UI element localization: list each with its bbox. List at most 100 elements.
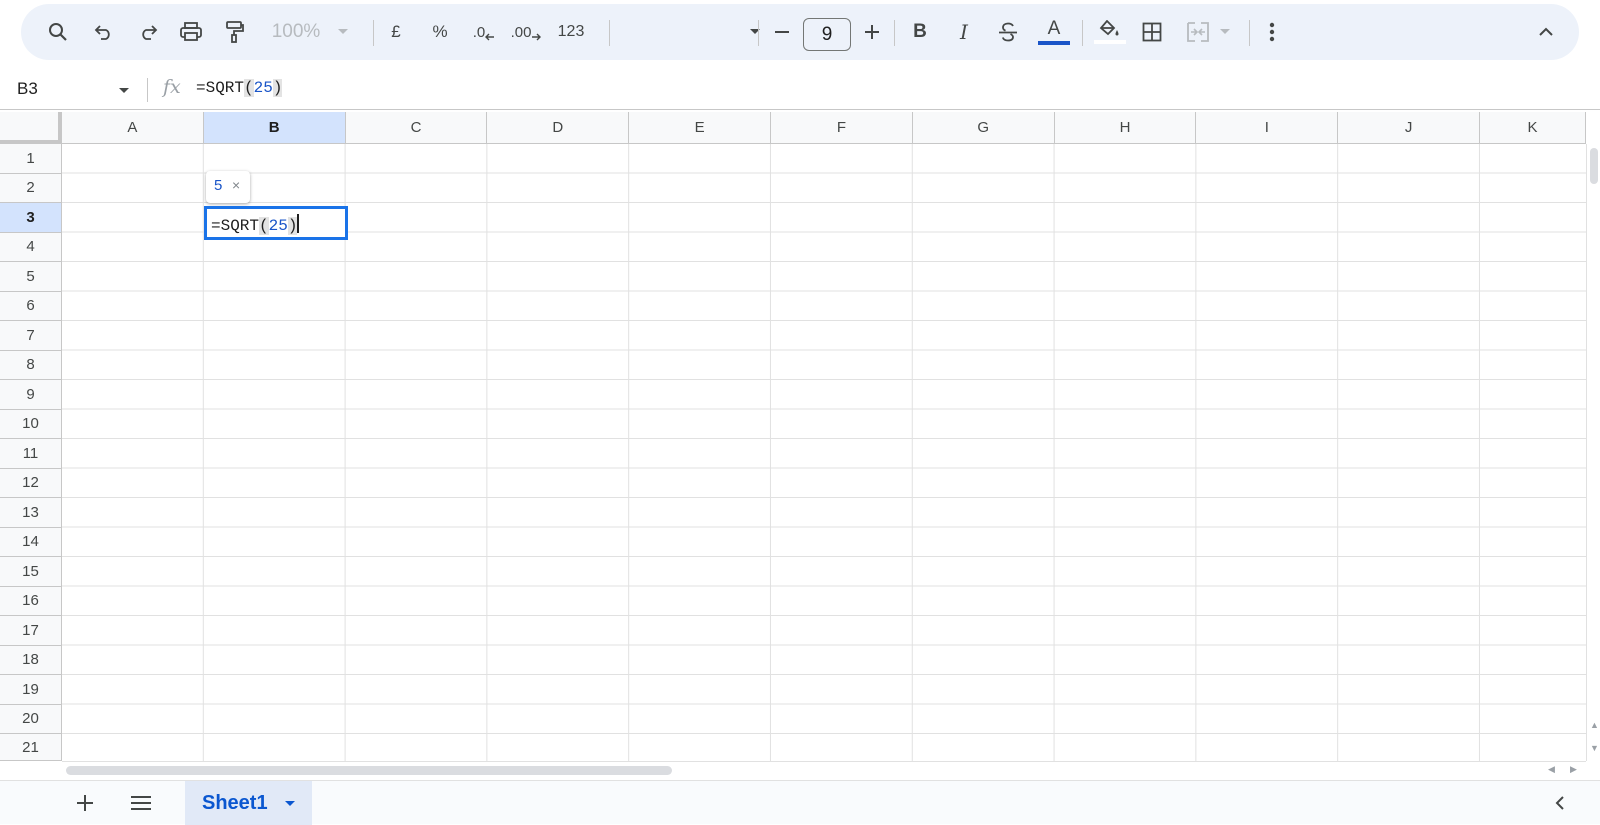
column-header-h[interactable]: H (1054, 112, 1197, 144)
increase-font-size-button[interactable] (857, 14, 887, 50)
row-header-11[interactable]: 11 (0, 439, 62, 469)
merge-cells-icon[interactable] (1183, 14, 1213, 50)
row-header-7[interactable]: 7 (0, 321, 62, 351)
editor-close-paren: ) (287, 217, 298, 235)
divider (758, 20, 759, 46)
plus-icon (865, 25, 879, 39)
divider (1082, 20, 1083, 46)
italic-icon[interactable]: I (949, 14, 979, 50)
row-header-8[interactable]: 8 (0, 350, 62, 380)
font-family-select[interactable] (621, 14, 761, 50)
formula-input[interactable]: =SQRT(25) (196, 79, 283, 97)
scroll-up-icon[interactable]: ▲ (1590, 720, 1599, 730)
all-sheets-icon[interactable] (124, 785, 158, 821)
row-header-5[interactable]: 5 (0, 262, 62, 292)
row-header-14[interactable]: 14 (0, 527, 62, 557)
font-size-input[interactable]: 9 (803, 18, 851, 51)
column-header-a[interactable]: A (62, 112, 204, 144)
row-header-20[interactable]: 20 (0, 704, 62, 734)
minus-icon (775, 31, 789, 33)
more-vert-icon[interactable] (1257, 14, 1287, 50)
sheet-tab-sheet1[interactable]: Sheet1 (185, 781, 312, 825)
toolbar: 100% £ % .0 .00 123 9 B I A (21, 4, 1579, 60)
print-icon[interactable] (176, 14, 206, 50)
column-header-f[interactable]: F (771, 112, 913, 144)
name-box[interactable]: B3 (17, 79, 38, 99)
row-header-10[interactable]: 10 (0, 409, 62, 439)
percent-format-button[interactable]: % (425, 14, 455, 50)
column-header-g[interactable]: G (912, 112, 1055, 144)
row-header-4[interactable]: 4 (0, 232, 62, 262)
column-header-b[interactable]: B (203, 112, 346, 144)
editor-argument: 25 (268, 217, 288, 235)
chevron-down-icon (750, 29, 760, 34)
column-header-e[interactable]: E (629, 112, 771, 144)
text-color-icon[interactable]: A (1037, 14, 1071, 50)
horizontal-scrollbar[interactable]: ◀ ▶ (62, 761, 1586, 777)
row-header-12[interactable]: 12 (0, 468, 62, 498)
row-header-21[interactable]: 21 (0, 734, 62, 761)
chevron-down-icon[interactable] (333, 14, 353, 50)
bold-icon[interactable]: B (905, 14, 935, 50)
arrow-right-icon (532, 33, 542, 41)
formula-argument: 25 (253, 79, 273, 97)
formula-function: =SQRT (196, 79, 245, 97)
more-formats-button[interactable]: 123 (551, 14, 591, 50)
scroll-right-icon[interactable]: ▶ (1570, 764, 1577, 775)
horizontal-scroll-thumb[interactable] (66, 766, 672, 775)
row-header-2[interactable]: 2 (0, 173, 62, 203)
row-header-18[interactable]: 18 (0, 645, 62, 675)
strikethrough-icon[interactable] (993, 14, 1023, 50)
chevron-down-icon[interactable] (118, 87, 130, 95)
divider (1249, 20, 1250, 46)
formula-preview-value: 5 (214, 177, 223, 194)
close-icon[interactable]: × (232, 177, 240, 193)
text-caret (297, 214, 300, 233)
zoom-select[interactable]: 100% (266, 14, 326, 50)
row-header-13[interactable]: 13 (0, 498, 62, 528)
divider (373, 20, 374, 46)
row-header-3[interactable]: 3 (0, 203, 62, 233)
fx-icon: fx (163, 76, 181, 98)
row-header-1[interactable]: 1 (0, 144, 62, 174)
scroll-down-icon[interactable]: ▼ (1590, 743, 1599, 753)
select-all-corner[interactable] (0, 112, 62, 144)
sheet-bar: Sheet1 (0, 780, 1600, 825)
chevron-down-icon[interactable] (284, 800, 296, 808)
decrease-decimals-button[interactable]: .0 (467, 14, 501, 50)
formula-close-paren: ) (272, 79, 283, 97)
vertical-scroll-thumb[interactable] (1590, 148, 1598, 184)
chevron-down-icon[interactable] (1217, 14, 1233, 50)
scroll-left-icon[interactable]: ◀ (1548, 764, 1555, 775)
decrease-font-size-button[interactable] (767, 14, 797, 50)
column-header-k[interactable]: K (1480, 112, 1586, 144)
sheet-tab-label: Sheet1 (202, 791, 268, 814)
row-header-19[interactable]: 19 (0, 675, 62, 705)
column-header-c[interactable]: C (345, 112, 488, 144)
column-header-j[interactable]: J (1338, 112, 1480, 144)
vertical-scrollbar[interactable]: ▲ ▼ (1586, 144, 1600, 761)
editor-open-paren: ( (259, 217, 269, 235)
column-header-d[interactable]: D (487, 112, 630, 144)
increase-decimals-button[interactable]: .00 (509, 14, 543, 50)
arrow-left-icon (485, 33, 495, 41)
row-header-17[interactable]: 17 (0, 616, 62, 646)
row-header-16[interactable]: 16 (0, 586, 62, 616)
row-header-6[interactable]: 6 (0, 291, 62, 321)
row-header-9[interactable]: 9 (0, 380, 62, 410)
add-sheet-icon[interactable] (70, 785, 100, 821)
currency-format-button[interactable]: £ (381, 14, 411, 50)
formula-open-paren: ( (244, 79, 254, 97)
column-header-i[interactable]: I (1196, 112, 1339, 144)
chevron-up-icon[interactable] (1531, 14, 1561, 50)
fill-color-icon[interactable] (1093, 14, 1127, 50)
redo-icon[interactable] (133, 14, 163, 50)
paint-format-icon[interactable] (220, 14, 250, 50)
active-cell-editor[interactable]: =SQRT(25) (204, 206, 348, 240)
formula-preview-tooltip: 5 × (206, 171, 250, 203)
row-header-15[interactable]: 15 (0, 557, 62, 587)
undo-icon[interactable] (89, 14, 119, 50)
borders-icon[interactable] (1137, 14, 1167, 50)
chevron-left-icon[interactable] (1545, 785, 1575, 821)
search-icon[interactable] (43, 14, 73, 50)
